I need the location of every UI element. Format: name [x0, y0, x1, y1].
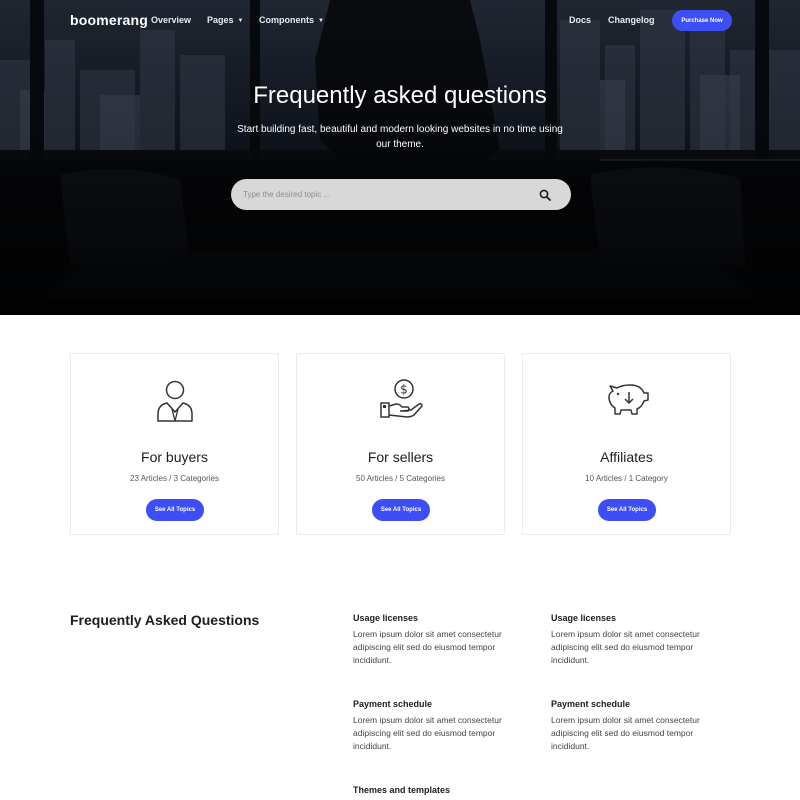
card-title: For sellers	[367, 449, 434, 465]
purchase-now-button[interactable]: Purchase Now	[672, 10, 732, 31]
see-all-topics-button[interactable]: See All Topics	[598, 499, 656, 521]
card-meta: 23 Articles / 3 Categories	[130, 474, 219, 483]
faq-question: Payment schedule	[353, 699, 433, 709]
nav-link-overview[interactable]: Overview	[151, 15, 191, 25]
faq-heading: Frequently Asked Questions	[70, 612, 260, 628]
faq-answer: Lorem ipsum dolor sit amet consectetur a…	[353, 715, 502, 751]
card-title: For buyers	[141, 449, 208, 465]
faq-answer: Lorem ipsum dolor sit amet consectetur a…	[551, 629, 700, 665]
topic-card-buyers: For buyers 23 Articles / 3 Categories Se…	[70, 353, 279, 535]
hero-overlay	[0, 0, 800, 315]
faq-answer: Lorem ipsum dolor sit amet consectetur a…	[353, 629, 502, 665]
piggy-bank-icon	[607, 384, 649, 415]
svg-text:$: $	[400, 383, 408, 397]
caret-down-icon: ▼	[237, 18, 244, 24]
search-icon[interactable]	[539, 189, 551, 201]
faq-question: Payment schedule	[551, 699, 631, 709]
topic-search-bar	[231, 179, 571, 210]
topic-card-affiliates: Affiliates 10 Articles / 1 Category See …	[522, 353, 731, 535]
page-title: Frequently asked questions	[253, 82, 547, 109]
card-title: Affiliates	[600, 449, 653, 465]
dollar-hand-icon: $	[379, 379, 423, 418]
brand-logo[interactable]: boomerang	[70, 12, 148, 28]
caret-down-icon: ▼	[318, 18, 324, 24]
faq-answer: Lorem ipsum dolor sit amet consectetur a…	[551, 715, 700, 751]
card-meta: 10 Articles / 1 Category	[585, 474, 668, 483]
nav-link-pages[interactable]: Pages ▼	[207, 15, 243, 25]
nav-link-changelog[interactable]: Changelog	[608, 15, 655, 25]
faq-item: Usage licenses Lorem ipsum dolor sit ame…	[551, 613, 726, 667]
see-all-topics-button[interactable]: See All Topics	[146, 499, 204, 521]
hero-subtitle: Start building fast, beautiful and moder…	[237, 124, 563, 150]
card-meta: 50 Articles / 5 Categories	[356, 474, 445, 483]
see-all-topics-button[interactable]: See All Topics	[372, 499, 430, 521]
user-icon	[156, 380, 193, 422]
top-navbar: boomerang Overview Pages ▼ Components ▼ Do…	[0, 0, 800, 42]
faq-question: Usage licenses	[353, 613, 419, 623]
faq-item: Usage licenses Lorem ipsum dolor sit ame…	[353, 613, 528, 667]
hero-section: boomerang Overview Pages ▼ Components ▼ Do…	[0, 0, 800, 315]
nav-link-docs[interactable]: Docs	[569, 15, 591, 25]
topic-card-sellers: $ For sellers 50 Articles / 5 Categories…	[296, 353, 505, 535]
faq-item: Themes and templates	[353, 785, 528, 800]
search-input[interactable]	[231, 179, 511, 210]
faq-question: Usage licenses	[551, 613, 617, 623]
faq-item: Payment schedule Lorem ipsum dolor sit a…	[551, 699, 726, 753]
faq-item: Payment schedule Lorem ipsum dolor sit a…	[353, 699, 528, 753]
faq-question: Themes and templates	[353, 785, 451, 795]
nav-link-components[interactable]: Components ▼	[259, 15, 324, 25]
